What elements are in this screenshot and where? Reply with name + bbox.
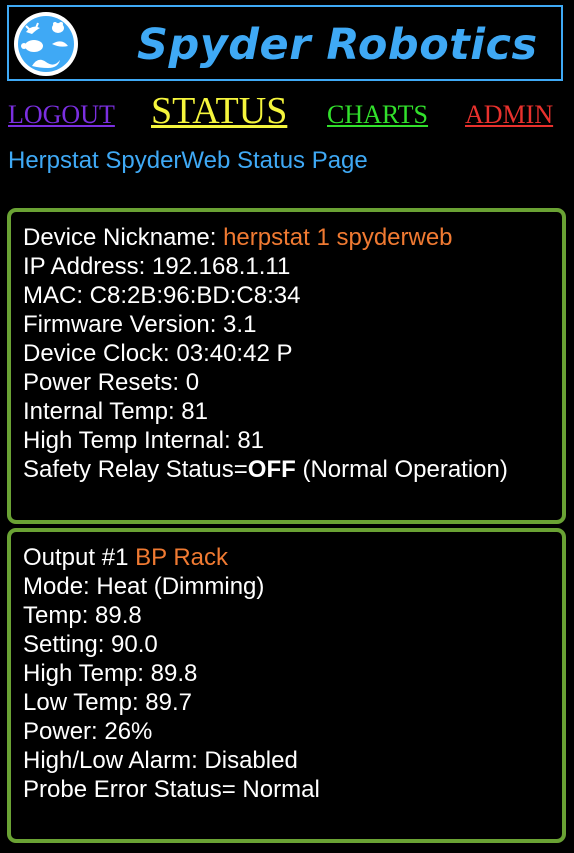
output-alarm: High/Low Alarm: Disabled: [23, 747, 298, 774]
safety-relay-value: OFF: [247, 456, 296, 483]
output-probe-status: Probe Error Status= Normal: [23, 776, 320, 803]
output-low-temp: Low Temp: 89.7: [23, 689, 192, 716]
high-temp-internal: High Temp Internal: 81: [23, 427, 265, 454]
ip-address: IP Address: 192.168.1.11: [23, 253, 291, 280]
nav-admin-link[interactable]: ADMIN: [465, 100, 553, 130]
device-nickname-label: Device Nickname:: [23, 224, 224, 251]
brand-title: Spyder Robotics: [137, 20, 538, 70]
output-name: BP Rack: [135, 544, 229, 571]
mac-address: MAC: C8:2B:96:BD:C8:34: [23, 282, 301, 309]
output-setting: Setting: 90.0: [23, 631, 158, 658]
nav-status-link[interactable]: STATUS: [151, 89, 287, 133]
nav-logout-link[interactable]: LOGOUT: [8, 100, 115, 130]
nav-charts-link[interactable]: CHARTS: [327, 100, 428, 130]
output-1-panel: Output #1 BP Rack Mode: Heat (Dimming) T…: [7, 528, 566, 843]
device-clock: Device Clock: 03:40:42 P: [23, 340, 293, 367]
output-mode: Mode: Heat (Dimming): [23, 573, 265, 600]
safety-relay-label: Safety Relay Status=: [23, 456, 248, 483]
output-temp: Temp: 89.8: [23, 602, 142, 629]
device-info-panel: Device Nickname: herpstat 1 spyderweb IP…: [7, 208, 566, 524]
safety-relay-note: (Normal Operation): [295, 456, 508, 483]
page-title: Herpstat SpyderWeb Status Page: [8, 147, 368, 174]
output-power: Power: 26%: [23, 718, 153, 745]
firmware-version: Firmware Version: 3.1: [23, 311, 257, 338]
header-banner: Spyder Robotics: [7, 5, 563, 81]
output-title-row: Output #1 BP Rack: [23, 543, 562, 572]
power-resets: Power Resets: 0: [23, 369, 200, 396]
reptile-logo-icon: [14, 12, 78, 76]
device-nickname-row: Device Nickname: herpstat 1 spyderweb: [23, 223, 562, 252]
safety-relay-status: Safety Relay Status=OFF (Normal Operatio…: [23, 455, 562, 484]
output-label: Output #1: [23, 544, 136, 571]
device-nickname-value: herpstat 1 spyderweb: [223, 224, 453, 251]
output-high-temp: High Temp: 89.8: [23, 660, 198, 687]
internal-temp: Internal Temp: 81: [23, 398, 209, 425]
